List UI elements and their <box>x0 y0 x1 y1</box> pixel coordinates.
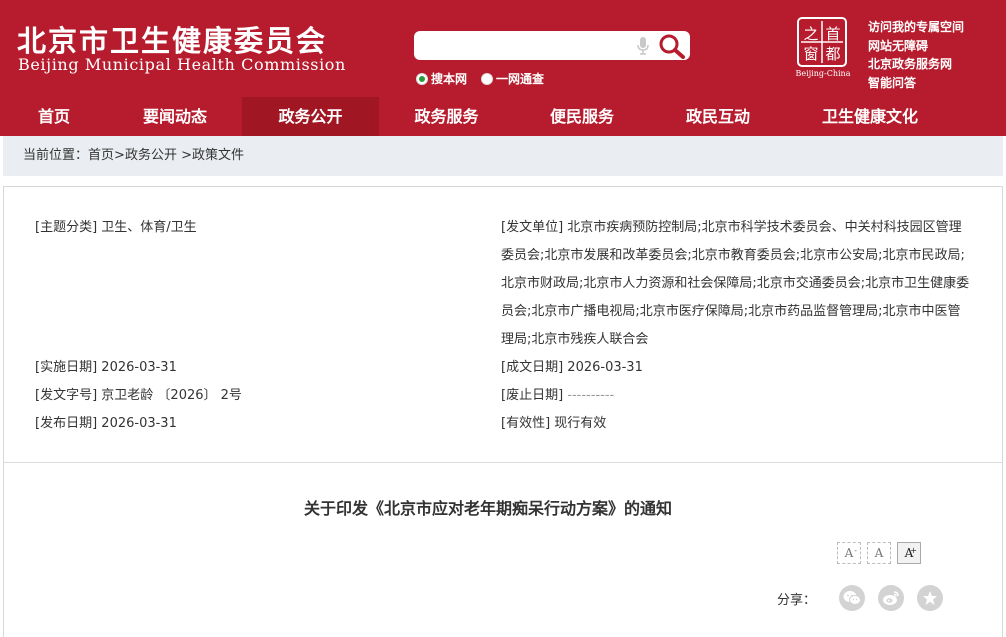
font-size-controls: A- A A + <box>837 542 927 564</box>
radio-label: 搜本网 <box>431 72 468 86</box>
link-gov-service[interactable]: 北京政务服务网 <box>868 55 964 74</box>
meta-validity: [有效性] 现行有效 <box>501 410 606 438</box>
seal-logo-icon: 之 首 窗 都 <box>797 17 847 67</box>
meta-value: 卫生、体育/卫生 <box>101 220 197 235</box>
font-size-small-button[interactable]: A- <box>837 542 861 564</box>
seal-char: 之 <box>803 25 818 43</box>
search-icon[interactable] <box>658 33 686 59</box>
meta-label: [有效性] <box>501 416 551 431</box>
search-box <box>414 31 690 60</box>
favorite-icon[interactable] <box>917 585 944 611</box>
microphone-icon[interactable] <box>636 37 650 55</box>
meta-effective-date: [实施日期] 2026-03-31 <box>35 354 177 382</box>
share-label: 分享： <box>777 592 817 608</box>
weibo-icon[interactable] <box>878 585 905 611</box>
font-size-sup: + <box>910 546 917 555</box>
main-nav: 首页 要闻动态 政务公开 政务服务 便民服务 政民互动 卫生健康文化 <box>0 97 1006 136</box>
quick-links: 访问我的专属空间 网站无障碍 北京政务服务网 智能问答 <box>868 18 964 92</box>
meta-value: 北京市疾病预防控制局;北京市科学技术委员会、中关村科技园区管理委员会;北京市发展… <box>501 220 970 347</box>
breadcrumb-policy-docs[interactable]: 政策文件 <box>192 148 244 163</box>
meta-label: [发文单位] <box>501 220 564 235</box>
radio-search-site[interactable]: 搜本网 <box>416 70 467 87</box>
font-size-glyph: A <box>844 546 854 560</box>
meta-label: [成文日期] <box>501 360 564 375</box>
nav-item-home[interactable]: 首页 <box>0 97 108 136</box>
seal-char: 窗 <box>803 45 818 63</box>
site-logo-chinese[interactable]: 北京市卫生健康委员会 <box>17 18 327 60</box>
radio-button-checked[interactable] <box>416 72 428 85</box>
meta-subject: [主题分类] 卫生、体育/卫生 <box>35 214 197 242</box>
nav-item-interaction[interactable]: 政民互动 <box>650 97 786 136</box>
capital-window-seal[interactable]: 之 首 窗 都 Beijing-China <box>793 17 853 78</box>
meta-value: 2026-03-31 <box>101 360 177 375</box>
nav-item-public-services[interactable]: 便民服务 <box>514 97 650 136</box>
search-scope-options: 搜本网 一网通查 <box>416 70 558 87</box>
breadcrumb-gov-affairs[interactable]: 政务公开 <box>125 148 177 163</box>
search-input[interactable] <box>422 35 622 56</box>
meta-value: 京卫老龄 〔2026〕 2号 <box>101 388 242 403</box>
radio-search-all[interactable]: 一网通查 <box>481 70 544 87</box>
seal-char: 首 <box>825 25 840 43</box>
meta-publish-date: [发布日期] 2026-03-31 <box>35 410 177 438</box>
nav-item-gov-affairs-public[interactable]: 政务公开 <box>242 97 379 136</box>
breadcrumb: 当前位置：首页>政务公开 >政策文件 <box>3 136 1003 176</box>
meta-written-date: [成文日期] 2026-03-31 <box>501 354 643 382</box>
link-smart-qa[interactable]: 智能问答 <box>868 74 964 93</box>
share-bar: 分享： <box>777 585 944 611</box>
seal-char: 都 <box>825 45 840 63</box>
font-size-glyph: A <box>874 546 884 560</box>
meta-value: ---------- <box>567 388 615 403</box>
meta-abolish-date: [废止日期] ---------- <box>501 382 614 410</box>
meta-issuer: [发文单位] 北京市疾病预防控制局;北京市科学技术委员会、中关村科技园区管理委员… <box>501 214 971 354</box>
breadcrumb-home[interactable]: 首页 <box>88 148 114 163</box>
font-size-sup: - <box>854 546 857 555</box>
meta-value: 2026-03-31 <box>101 416 177 431</box>
breadcrumb-separator: > <box>114 148 125 163</box>
site-logo-english[interactable]: Beijing Municipal Health Commission <box>18 55 346 74</box>
font-size-large-button[interactable]: A + <box>897 542 921 564</box>
meta-value: 2026-03-31 <box>567 360 643 375</box>
radio-button[interactable] <box>481 72 494 85</box>
site-header: 北京市卫生健康委员会 Beijing Municipal Health Comm… <box>0 0 1006 97</box>
meta-label: [发布日期] <box>35 416 98 431</box>
nav-item-news[interactable]: 要闻动态 <box>108 97 242 136</box>
meta-value: 现行有效 <box>554 416 607 431</box>
font-size-medium-button[interactable]: A <box>867 542 891 564</box>
breadcrumb-prefix: 当前位置： <box>23 148 89 163</box>
nav-item-gov-services[interactable]: 政务服务 <box>379 97 514 136</box>
document-title: 关于印发《北京市应对老年期痴呆行动方案》的通知 <box>303 499 672 518</box>
nav-item-health-culture[interactable]: 卫生健康文化 <box>786 97 954 136</box>
seal-caption: Beijing-China <box>795 69 851 78</box>
meta-label: [实施日期] <box>35 360 98 375</box>
meta-doc-number: [发文字号] 京卫老龄 〔2026〕 2号 <box>35 382 242 410</box>
radio-label: 一网通查 <box>496 72 545 86</box>
link-personal-space[interactable]: 访问我的专属空间 <box>868 18 964 37</box>
document-metadata: [主题分类] 卫生、体育/卫生 [发文单位] 北京市疾病预防控制局;北京市科学技… <box>4 187 1002 463</box>
link-accessibility[interactable]: 网站无障碍 <box>868 37 964 56</box>
meta-label: [废止日期] <box>501 388 564 403</box>
meta-label: [主题分类] <box>35 220 98 235</box>
meta-label: [发文字号] <box>35 388 98 403</box>
wechat-icon[interactable] <box>839 585 866 611</box>
document-panel: [主题分类] 卫生、体育/卫生 [发文单位] 北京市疾病预防控制局;北京市科学技… <box>3 186 1003 637</box>
breadcrumb-separator: > <box>176 148 192 163</box>
